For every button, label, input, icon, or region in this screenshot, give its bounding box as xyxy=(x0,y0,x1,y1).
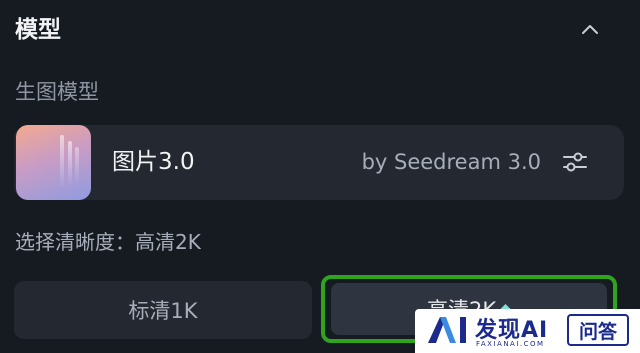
watermark-badge: 问答 xyxy=(567,314,629,346)
watermark: 发现AI FAXIANAI.COM 问答 xyxy=(415,309,640,353)
sliders-icon xyxy=(563,152,587,172)
model-provider: by Seedream 3.0 xyxy=(361,150,541,174)
section-title: 模型 xyxy=(15,17,61,43)
brand-logo xyxy=(428,317,466,343)
model-thumbnail xyxy=(16,125,91,200)
clarity-option-1k[interactable]: 标清1K xyxy=(14,281,312,339)
collapse-button[interactable] xyxy=(574,13,606,45)
model-name: 图片3.0 xyxy=(112,149,195,175)
model-settings-button[interactable] xyxy=(560,147,590,177)
clarity-option-label: 标清1K xyxy=(128,299,198,323)
watermark-url: FAXIANAI.COM xyxy=(476,340,545,348)
chevron-up-icon xyxy=(582,25,598,34)
model-selector-card[interactable]: 图片3.0 by Seedream 3.0 xyxy=(14,125,624,200)
subsection-title: 生图模型 xyxy=(15,80,99,104)
clarity-label: 选择清晰度：高清2K xyxy=(15,230,201,254)
